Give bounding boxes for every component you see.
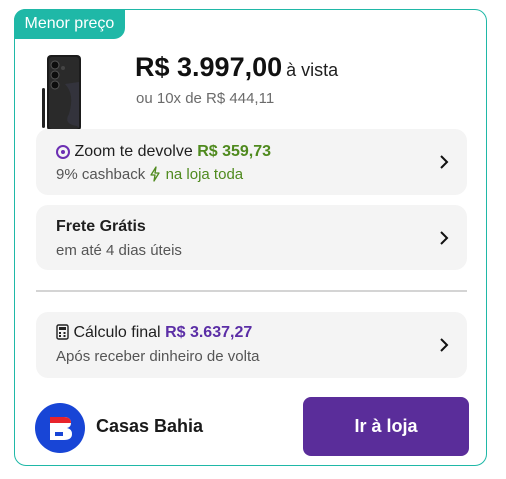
lowest-price-badge: Menor preço: [13, 8, 126, 39]
lightning-icon: [150, 166, 161, 182]
cashback-percent: 9% cashback: [56, 166, 146, 183]
chevron-right-icon: [440, 231, 449, 245]
product-image: [42, 55, 81, 131]
shipping-subtitle: em até 4 dias úteis: [56, 242, 182, 259]
shipping-panel[interactable]: Frete Grátis em até 4 dias úteis: [36, 205, 467, 270]
final-calc-subtitle: Após receber dinheiro de volta: [56, 348, 260, 365]
chevron-right-icon: [440, 155, 449, 169]
offer-card: Menor preço R$ 3.997,00 à vista ou 10x de…: [13, 8, 487, 466]
zoom-logo-icon: [56, 145, 70, 159]
calculator-icon: [56, 324, 69, 340]
divider: [36, 290, 467, 292]
cashback-scope: na loja toda: [165, 166, 244, 183]
shipping-title: Frete Grátis: [56, 218, 146, 235]
final-calc-amount: R$ 3.637,27: [165, 324, 253, 341]
final-calc-panel[interactable]: Cálculo final R$ 3.637,27 Após receber d…: [36, 312, 467, 378]
cashback-panel[interactable]: Zoom te devolve R$ 359,73 9% cashback na…: [36, 129, 467, 195]
cashback-amount: R$ 359,73: [197, 143, 272, 160]
chevron-right-icon: [440, 338, 449, 352]
store-name: Casas Bahia: [96, 416, 204, 436]
price-suffix: à vista: [286, 60, 339, 80]
store-logo-mark: [50, 417, 72, 440]
final-calc-label: Cálculo final: [73, 324, 161, 341]
installments-text: ou 10x de R$ 444,11: [136, 90, 275, 107]
price-cash: R$ 3.997,00 à vista: [135, 52, 338, 83]
cashback-label: Zoom te devolve: [74, 143, 193, 160]
go-to-store-button[interactable]: Ir à loja: [303, 397, 469, 456]
casas-bahia-logo: [35, 403, 85, 453]
price-value: R$ 3.997,00: [135, 52, 283, 82]
